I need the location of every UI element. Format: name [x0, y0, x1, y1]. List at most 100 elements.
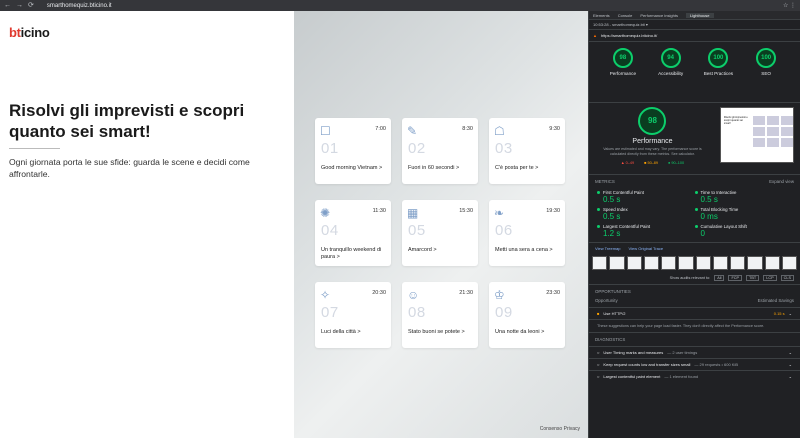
scene-label: Luci della città > [321, 329, 361, 335]
frame [592, 256, 608, 270]
gauge-best-practices[interactable]: 100 Best Practices [703, 48, 733, 102]
metric-fcp: First Contentful Paint 0.5 s [597, 190, 695, 204]
frame [712, 256, 728, 270]
divider [9, 148, 60, 149]
scene-card[interactable]: ☐ 7:00 01 Good morning Vietnam > [315, 118, 391, 184]
gauge-performance[interactable]: 98 Performance [608, 48, 638, 102]
chip-lcp[interactable]: LCP [763, 275, 777, 281]
report-url[interactable]: https://smarthomequiz.bticino.it/ [601, 33, 657, 38]
forward-icon[interactable]: → [16, 0, 23, 11]
opp-col-name: Opportunity [595, 298, 618, 303]
privacy-consent-link[interactable]: Consenso Privacy [540, 426, 580, 432]
chip-all[interactable]: All [714, 275, 725, 281]
metric-value: 0.5 s [700, 195, 718, 204]
scene-icon: ☐ [320, 124, 331, 138]
chevron-down-icon: ⌄ [788, 350, 792, 355]
screenshot-thumbs [752, 116, 793, 147]
scene-card[interactable]: ▦ 15:30 05 Amarcord > [402, 200, 478, 266]
diagnostic-row[interactable]: ○ User Timing marks and measures — 2 user … [589, 346, 800, 358]
scene-icon: ♔ [494, 288, 505, 302]
metrics-header: METRICS Expand view [589, 174, 800, 188]
diagnostic-row[interactable]: ○ Keep request counts low and transfer si… [589, 358, 800, 370]
scene-card[interactable]: ✺ 11:30 04 Un tranquillo weekend di paura > [315, 200, 391, 266]
legend-fail: ▲ 0–49 [620, 161, 635, 165]
legend-average: ■ 50–89 [644, 161, 659, 165]
scene-card[interactable]: ✎ 8:30 02 Fuori in 60 secondi > [402, 118, 478, 184]
frame [661, 256, 677, 270]
opportunity-row[interactable]: ■ Use HTTP/2 0.15 s ⌄ [589, 307, 800, 319]
browser-toolbar: ← → ⟳ smarthomequiz.bticino.it ☆ ⋮ [0, 0, 800, 11]
scene-icon: ☺ [407, 288, 420, 302]
frame [678, 256, 694, 270]
scene-label: Una notte da leoni > [495, 329, 545, 335]
final-screenshot[interactable]: Risolvi gli imprevisti e scopri quanto s… [719, 107, 794, 163]
scene-card[interactable]: ♔ 23:30 09 Una notte da leoni > [489, 282, 565, 348]
chip-cls[interactable]: CLS [780, 275, 794, 281]
scene-number: 01 [321, 140, 339, 157]
performance-title: Performance [632, 138, 673, 145]
chip-tbt[interactable]: TBT [746, 275, 760, 281]
scene-label: Un tranquillo weekend di paura > [321, 247, 382, 260]
chevron-down-icon: ⌄ [788, 311, 792, 316]
view-treemap-button[interactable]: View Treemap [595, 246, 621, 251]
expand-view-button[interactable]: Expand view [769, 179, 794, 184]
diagnostic-name: Keep request counts low and transfer siz… [603, 362, 691, 367]
back-icon[interactable]: ← [4, 0, 11, 11]
scene-time: 7:00 [375, 126, 386, 132]
scene-icon: ▦ [407, 206, 419, 220]
frame [781, 256, 797, 270]
logo-rest: icino [20, 25, 50, 40]
view-trace-button[interactable]: View Original Trace [629, 246, 664, 251]
hero-title: Risolvi gli imprevisti e scopri quanto s… [9, 101, 245, 141]
reload-icon[interactable]: ⟳ [28, 0, 34, 11]
scene-card[interactable]: ☖ 9:30 03 C'è posta per te > [489, 118, 565, 184]
scene-label: Fuori in 60 secondi > [408, 165, 460, 171]
scene-number: 07 [321, 304, 339, 321]
audit-filter-label: Show audits relevant to: [669, 276, 711, 280]
diagnostic-row[interactable]: ○ Largest contentful paint element — 1 ele… [589, 370, 800, 382]
gauge-seo[interactable]: 100 SEO [751, 48, 781, 102]
circle-icon: ○ [597, 362, 600, 367]
scene-number: 06 [495, 222, 513, 239]
tab-console[interactable]: Console [618, 13, 633, 18]
trace-buttons: View Treemap View Original Trace [589, 242, 800, 254]
extension-icons[interactable]: ☆ ⋮ [783, 2, 796, 9]
score-gauges: 98 Performance 94 Accessibility 100 Best Pr… [589, 42, 800, 102]
metric-value: 0 [700, 229, 705, 238]
frame [626, 256, 642, 270]
audit-filter: Show audits relevant to: All FCP TBT LCP… [589, 272, 800, 284]
report-selector[interactable]: 10:53:28 - smarthomequiz.bti ▾ [589, 20, 800, 30]
diagnostic-detail: — 1 element found [664, 374, 699, 379]
tab-performance-insights[interactable]: Performance insights [640, 13, 678, 18]
devtools-panel: Elements Console Performance insights Li… [588, 11, 800, 438]
diagnostic-detail: — 29 requests • 600 KiB [694, 362, 739, 367]
metric-tti: Time to Interactive 0.5 s [695, 190, 793, 204]
legend-pass: ● 90–100 [668, 161, 685, 165]
scene-card[interactable]: ☺ 21:30 08 Stato buoni se potete > [402, 282, 478, 348]
scene-number: 09 [495, 304, 513, 321]
metric-value: 0.5 s [603, 212, 621, 221]
opportunities-columns: Opportunity Estimated Savings [589, 298, 800, 307]
metric-tbt: Total Blocking Time 0 ms [695, 207, 793, 221]
circle-icon: ○ [597, 374, 600, 379]
bticino-logo[interactable]: bticino [9, 25, 50, 40]
metrics-title: METRICS [595, 179, 615, 184]
diagnostic-detail: — 2 user timings [667, 350, 698, 355]
tab-elements[interactable]: Elements [593, 13, 610, 18]
address-bar[interactable]: smarthomequiz.bticino.it [47, 3, 112, 9]
metric-cls: Cumulative Layout Shift 0 [695, 224, 793, 238]
scene-card[interactable]: ✧ 20:30 07 Luci della città > [315, 282, 391, 348]
scene-label: C'è posta per te > [495, 165, 539, 171]
scene-icon: ✧ [320, 288, 331, 302]
diagnostics-title: DIAGNOSTICS [595, 337, 626, 342]
scene-label: Stato buoni se potete > [408, 329, 465, 335]
screenshot-title: Risolvi gli imprevisti e scopri quanto s… [723, 116, 748, 125]
frame [747, 256, 763, 270]
gauge-accessibility[interactable]: 94 Accessibility [656, 48, 686, 102]
scene-label: Good morning Vietnam > [321, 165, 383, 171]
tab-lighthouse[interactable]: Lighthouse [685, 12, 714, 18]
chip-fcp[interactable]: FCP [728, 275, 743, 281]
scene-label: Amarcord > [408, 247, 437, 253]
metric-value: 0 ms [700, 212, 718, 221]
scene-card[interactable]: ❧ 19:30 06 Metti una sera a cena > [489, 200, 565, 266]
